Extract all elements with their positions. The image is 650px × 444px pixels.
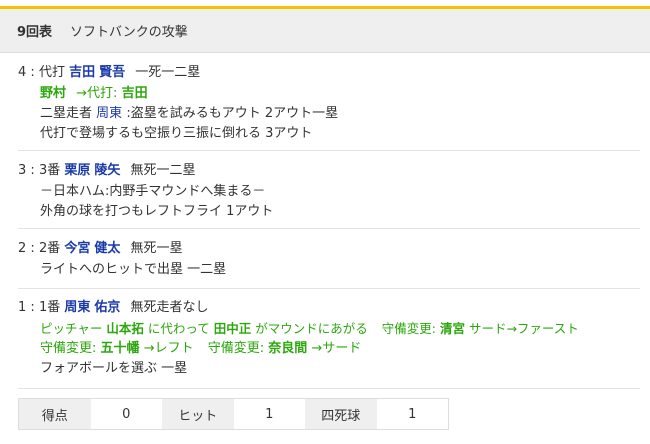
runner-result: :盗塁を試みるもアウト 2アウト一塁	[126, 106, 339, 121]
walks-label: 四死球	[305, 399, 377, 429]
play-entry: 3 : 3番 栗原 陵矢 無死一二塁 －日本ハム:内野手マウンドへ集まる－ 外角の…	[18, 160, 640, 222]
batter-given-name[interactable]: 健太	[94, 241, 120, 256]
out-player[interactable]: 野村	[40, 86, 66, 101]
replace-text: に代わって	[147, 321, 210, 336]
defense-player[interactable]: 五十幡	[101, 341, 140, 356]
event-text: フォアボールを選ぶ 一塁	[40, 361, 188, 376]
play-entry: 2 : 2番 今宮 健太 無死一塁 ライトへのヒットで出塁 一二塁	[18, 238, 640, 280]
batter-line: 2 : 2番 今宮 健太 無死一塁	[18, 241, 183, 256]
runner-prefix: 二塁走者	[40, 106, 93, 121]
divider	[18, 288, 640, 289]
new-pitcher[interactable]: 田中正	[214, 321, 252, 336]
defense-player[interactable]: 奈良間	[268, 341, 307, 356]
old-pitcher[interactable]: 山本拓	[106, 321, 144, 336]
event-pitcher-change: ピッチャー 山本拓 に代わって 田中正 がマウンドにあがる 守備変更: 清宮 サ…	[18, 319, 640, 339]
defense-position: →サード	[311, 341, 362, 356]
batting-order: 代打	[38, 65, 65, 80]
mound-text: がマウンドにあがる	[255, 321, 368, 336]
defense-change-label: 守備変更:	[207, 341, 265, 356]
in-player[interactable]: 吉田	[122, 86, 148, 101]
pitcher-label: ピッチャー	[40, 321, 103, 336]
play-entry: 1 : 1番 周東 佑京 無死走者なし ピッチャー 山本拓 に代わって 田中正 が…	[18, 297, 640, 379]
batting-order: 3番	[38, 163, 61, 178]
game-situation: 無死走者なし	[130, 300, 209, 315]
event-defense-change: 守備変更: 五十幡 →レフト 守備変更: 奈良間 →サード	[18, 339, 640, 359]
substitution-arrow: →代打:	[76, 86, 118, 101]
divider	[18, 388, 640, 389]
batter-family-name[interactable]: 周東	[64, 300, 90, 315]
defense-change-label: 守備変更:	[40, 341, 97, 356]
play-entry: 4 : 代打 吉田 賢吾 一死一二塁 野村 →代打: 吉田 二塁走者 周東 :盗塁…	[18, 62, 640, 144]
batter-family-name[interactable]: 吉田	[69, 65, 95, 80]
divider	[18, 228, 640, 229]
batting-order: 2番	[38, 241, 61, 256]
event-text: －日本ハム:内野手マウンドへ集まる－	[40, 184, 266, 199]
batter-family-name[interactable]: 栗原	[64, 163, 90, 178]
inning-stats-table: 得点 0 ヒット 1 四死球 1	[18, 398, 449, 430]
defense-change-label: 守備変更:	[381, 321, 436, 336]
event-runner: 二塁走者 周東 :盗塁を試みるもアウト 2アウト一塁	[18, 104, 640, 124]
divider	[18, 150, 640, 151]
runs-label: 得点	[19, 399, 91, 429]
batter-line: 3 : 3番 栗原 陵矢 無死一二塁	[18, 163, 196, 178]
event-substitution: 野村 →代打: 吉田	[18, 84, 640, 104]
defense-player[interactable]: 清宮	[440, 321, 465, 336]
batting-order: 1番	[38, 300, 61, 315]
batter-given-name[interactable]: 賢吾	[99, 65, 125, 80]
inning-play-by-play: 9回表 ソフトバンクの攻撃 4 : 代打 吉田 賢吾 一死一二塁 野村 →代打: …	[0, 0, 650, 444]
inning-label: 9回表	[17, 25, 53, 40]
hits-value: 1	[233, 399, 305, 429]
game-situation: 一死一二塁	[135, 65, 201, 80]
defense-position: →レフト	[143, 341, 194, 356]
game-situation: 無死一塁	[130, 241, 183, 256]
batter-given-name[interactable]: 佑京	[94, 300, 120, 315]
event-text: ライトへのヒットで出塁 一二塁	[40, 262, 227, 277]
defense-position: サード→ファースト	[468, 321, 579, 336]
batter-family-name[interactable]: 今宮	[64, 241, 90, 256]
walks-value: 1	[376, 399, 448, 429]
runs-value: 0	[90, 399, 162, 429]
batter-line: 4 : 代打 吉田 賢吾 一死一二塁	[18, 65, 201, 80]
batter-given-name[interactable]: 陵矢	[94, 163, 120, 178]
batter-line: 1 : 1番 周東 佑京 無死走者なし	[18, 300, 209, 315]
attack-title: ソフトバンクの攻撃	[70, 25, 188, 40]
runner-name[interactable]: 周東	[96, 106, 122, 121]
hits-label: ヒット	[162, 399, 234, 429]
event-text: 代打で登場するも空振り三振に倒れる 3アウト	[40, 126, 313, 141]
game-situation: 無死一二塁	[130, 163, 196, 178]
event-text: 外角の球を打つもレフトフライ 1アウト	[40, 204, 274, 219]
inning-header: 9回表 ソフトバンクの攻撃	[0, 9, 650, 53]
